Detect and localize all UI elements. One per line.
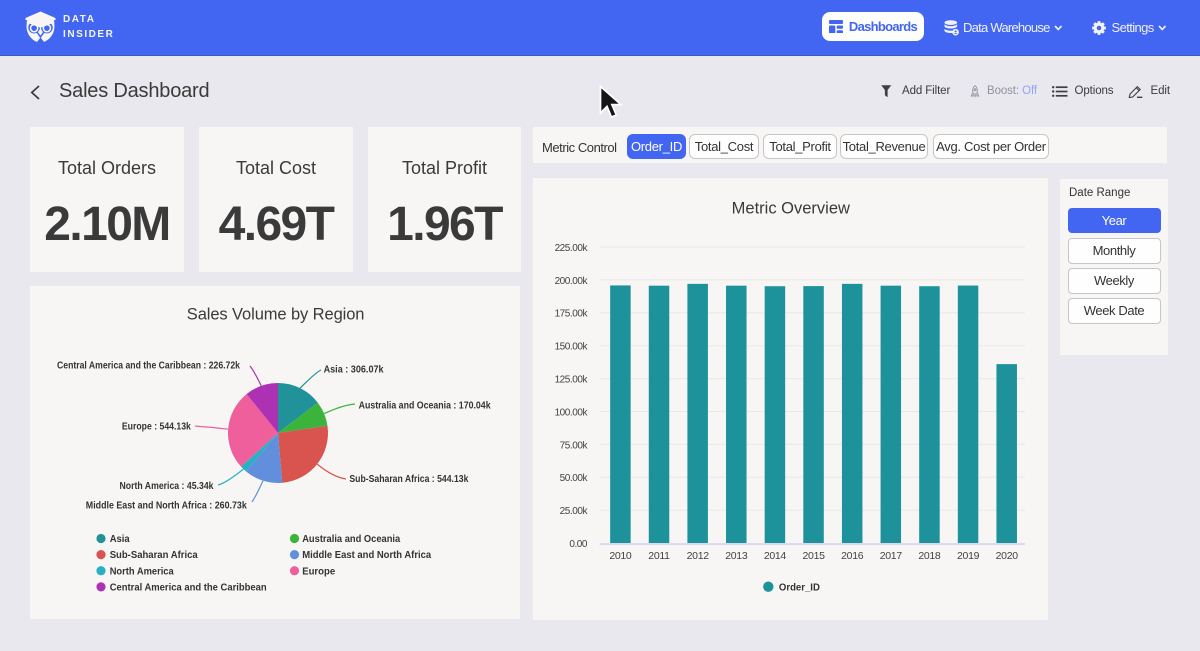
svg-text:50.00k: 50.00k	[560, 473, 589, 484]
svg-text:125.00k: 125.00k	[555, 375, 589, 386]
svg-text:2011: 2011	[648, 550, 670, 562]
svg-text:2015: 2015	[803, 550, 826, 562]
svg-text:Middle East and North Africa: Middle East and North Africa	[302, 550, 431, 561]
svg-text:2010: 2010	[609, 550, 632, 562]
svg-text:Australia and Oceania : 170.04: Australia and Oceania : 170.04k	[359, 401, 491, 412]
svg-text:Europe: Europe	[302, 566, 335, 577]
svg-text:Middle East and North Africa :: Middle East and North Africa : 260.73k	[86, 501, 247, 512]
svg-text:Sub-Saharan Africa: Sub-Saharan Africa	[110, 550, 198, 561]
svg-text:Order_ID: Order_ID	[779, 581, 820, 593]
svg-text:2012: 2012	[687, 550, 710, 562]
svg-text:2019: 2019	[957, 550, 980, 562]
svg-text:0.00: 0.00	[569, 539, 588, 550]
svg-text:200.00k: 200.00k	[555, 276, 589, 287]
svg-text:100.00k: 100.00k	[555, 407, 589, 418]
svg-text:Sales Volume by Region: Sales Volume by Region	[187, 305, 365, 323]
svg-text:Asia: Asia	[110, 534, 130, 545]
svg-text:2017: 2017	[880, 550, 903, 562]
svg-text:25.00k: 25.00k	[560, 506, 589, 517]
svg-text:North America: North America	[110, 566, 174, 577]
svg-text:Asia : 306.07k: Asia : 306.07k	[324, 365, 384, 376]
svg-text:2014: 2014	[764, 550, 787, 562]
svg-text:175.00k: 175.00k	[555, 309, 589, 320]
svg-text:2016: 2016	[841, 550, 864, 562]
svg-text:Europe : 544.13k: Europe : 544.13k	[122, 422, 191, 433]
svg-text:Central America and the Caribb: Central America and the Caribbean : 226.…	[57, 361, 240, 372]
svg-text:2020: 2020	[996, 550, 1019, 562]
svg-text:75.00k: 75.00k	[560, 440, 589, 451]
svg-text:2018: 2018	[918, 550, 941, 562]
svg-text:150.00k: 150.00k	[555, 342, 589, 353]
svg-text:Central America and the Caribb: Central America and the Caribbean	[110, 583, 267, 594]
svg-text:Metric Overview: Metric Overview	[732, 199, 850, 217]
svg-text:225.00k: 225.00k	[555, 243, 589, 254]
svg-text:Sub-Saharan Africa : 544.13k: Sub-Saharan Africa : 544.13k	[349, 474, 468, 485]
svg-text:Australia and Oceania: Australia and Oceania	[302, 534, 400, 545]
svg-text:2013: 2013	[725, 550, 748, 562]
svg-text:North America : 45.34k: North America : 45.34k	[120, 481, 214, 492]
